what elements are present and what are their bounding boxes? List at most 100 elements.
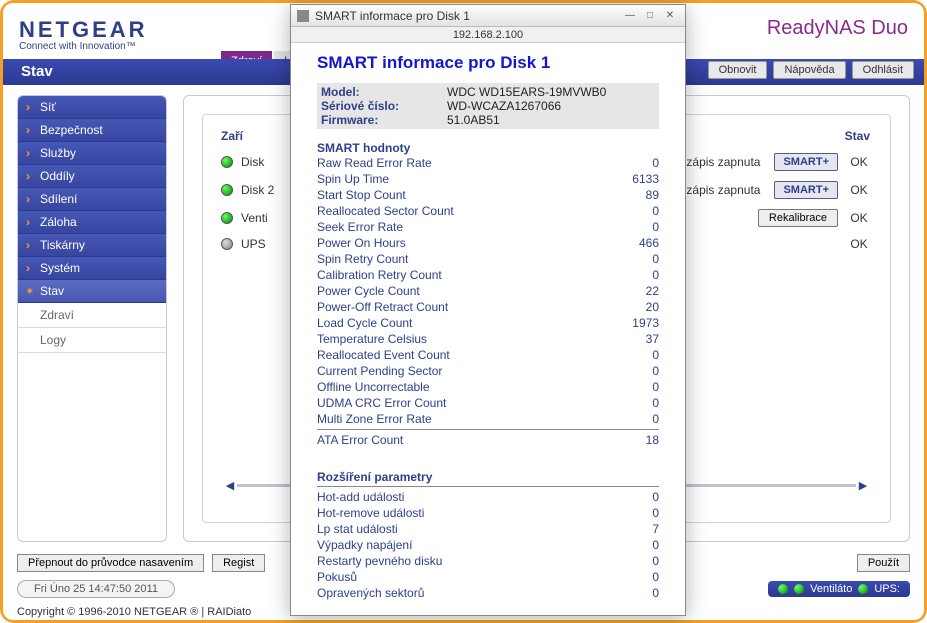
ext-row: Opravených sektorů0 xyxy=(317,585,659,601)
ext-attr-label: Hot-add události xyxy=(317,489,404,505)
smart-modal: SMART informace pro Disk 1 — □ ✕ 192.168… xyxy=(290,4,686,616)
ata-value: 18 xyxy=(609,432,659,448)
smart-button[interactable]: SMART+ xyxy=(774,181,838,199)
recalibrate-button[interactable]: Rekalibrace xyxy=(758,209,838,227)
smart-attr-label: Start Stop Count xyxy=(317,187,406,203)
modal-address: 192.168.2.100 xyxy=(291,27,685,43)
ok-label: OK xyxy=(846,155,872,169)
separator xyxy=(317,429,659,430)
smart-attr-value: 37 xyxy=(609,331,659,347)
smart-row: Spin Up Time6133 xyxy=(317,171,659,187)
smart-attr-value: 20 xyxy=(609,299,659,315)
ok-label: OK xyxy=(846,237,872,251)
smart-attr-label: UDMA CRC Error Count xyxy=(317,395,446,411)
smart-attr-label: Spin Up Time xyxy=(317,171,389,187)
help-button[interactable]: Nápověda xyxy=(773,61,845,79)
smart-attr-label: Temperature Celsius xyxy=(317,331,427,347)
smart-attr-value: 0 xyxy=(609,379,659,395)
smart-attr-value: 0 xyxy=(609,267,659,283)
smart-attr-label: Current Pending Sector xyxy=(317,363,442,379)
separator xyxy=(317,486,659,487)
info-row: Model:WDC WD15EARS-19MVWB0 xyxy=(317,85,659,99)
logout-button[interactable]: Odhlásit xyxy=(852,61,914,79)
smart-attr-value: 0 xyxy=(609,219,659,235)
ata-label: ATA Error Count xyxy=(317,432,403,448)
sidebar-sub-zdraví[interactable]: Zdraví xyxy=(18,303,166,328)
modal-body: SMART informace pro Disk 1 Model:WDC WD1… xyxy=(291,43,685,615)
sidebar-item-služby[interactable]: Služby xyxy=(18,142,166,165)
smart-attr-label: Load Cycle Count xyxy=(317,315,412,331)
apply-button[interactable]: Použít xyxy=(857,554,910,572)
smart-attr-label: Reallocated Sector Count xyxy=(317,203,454,219)
smart-row: Reallocated Sector Count0 xyxy=(317,203,659,219)
ext-attr-value: 0 xyxy=(609,537,659,553)
modal-titlebar[interactable]: SMART informace pro Disk 1 — □ ✕ xyxy=(291,5,685,27)
smart-attr-label: Reallocated Event Count xyxy=(317,347,450,363)
ext-row: Pokusů0 xyxy=(317,569,659,585)
slider-left-icon[interactable]: ◀ xyxy=(223,479,237,492)
smart-attr-value: 22 xyxy=(609,283,659,299)
ext-attr-value: 0 xyxy=(609,505,659,521)
ext-attr-value: 7 xyxy=(609,521,659,537)
device-desc: zápis zapnuta xyxy=(686,183,760,197)
smart-attr-label: Raw Read Error Rate xyxy=(317,155,432,171)
sidebar-item-oddíly[interactable]: Oddíly xyxy=(18,165,166,188)
smart-attr-label: Multi Zone Error Rate xyxy=(317,411,432,427)
smart-attr-label: Seek Error Rate xyxy=(317,219,403,235)
sidebar-item-síť[interactable]: Síť xyxy=(18,96,166,119)
smart-row: Load Cycle Count 1973 xyxy=(317,315,659,331)
ext-attr-label: Lp stat události xyxy=(317,521,398,537)
smart-row: Seek Error Rate 0 xyxy=(317,219,659,235)
status-dot-icon xyxy=(221,156,233,168)
wizard-button[interactable]: Přepnout do průvodce nasavením xyxy=(17,554,204,572)
smart-row: Power On Hours466 xyxy=(317,235,659,251)
device-desc: zápis zapnuta xyxy=(686,155,760,169)
refresh-button[interactable]: Obnovit xyxy=(708,61,768,79)
sidebar-item-bezpečnost[interactable]: Bezpečnost xyxy=(18,119,166,142)
status-dot-icon xyxy=(221,238,233,250)
sidebar-item-systém[interactable]: Systém xyxy=(18,257,166,280)
bar-actions: Obnovit Nápověda Odhlásit xyxy=(708,61,914,79)
smart-row: UDMA CRC Error Count 0 xyxy=(317,395,659,411)
ext-attr-value: 0 xyxy=(609,569,659,585)
sidebar-item-sdílení[interactable]: Sdílení xyxy=(18,188,166,211)
window-icon xyxy=(297,10,309,22)
status-ups: UPS: xyxy=(874,583,900,595)
ext-attr-value: 0 xyxy=(609,585,659,601)
smart-attr-label: Offline Uncorrectable xyxy=(317,379,430,395)
info-row: Firmware:51.0AB51 xyxy=(317,113,659,127)
smart-row: Calibration Retry Count0 xyxy=(317,267,659,283)
register-button[interactable]: Regist xyxy=(212,554,265,572)
smart-attr-value: 1973 xyxy=(609,315,659,331)
sidebar-item-tiskárny[interactable]: Tiskárny xyxy=(18,234,166,257)
status-dot-icon xyxy=(858,584,868,594)
sidebar-sub-logy[interactable]: Logy xyxy=(18,328,166,353)
smart-row: Start Stop Count 89 xyxy=(317,187,659,203)
smart-attr-value: 0 xyxy=(609,411,659,427)
sidebar-item-stav[interactable]: Stav xyxy=(18,280,166,303)
ext-section-title: Rozšíření parametry xyxy=(317,470,659,484)
ext-row: Lp stat události 7 xyxy=(317,521,659,537)
ata-row: ATA Error Count 18 xyxy=(317,432,659,448)
smart-attr-value: 0 xyxy=(609,395,659,411)
info-value: WDC WD15EARS-19MVWB0 xyxy=(447,85,659,99)
info-label: Firmware: xyxy=(317,113,447,127)
smart-row: Power-Off Retract Count20 xyxy=(317,299,659,315)
smart-row: Raw Read Error Rate 0 xyxy=(317,155,659,171)
minimize-icon[interactable]: — xyxy=(621,9,639,23)
close-icon[interactable]: ✕ xyxy=(661,9,679,23)
maximize-icon[interactable]: □ xyxy=(641,9,659,23)
status-fan: Ventiláto xyxy=(810,583,852,595)
smart-attr-label: Power On Hours xyxy=(317,235,406,251)
brand-name: NETGEAR xyxy=(19,17,148,43)
sidebar-item-záloha[interactable]: Záloha xyxy=(18,211,166,234)
ext-row: Hot-add události0 xyxy=(317,489,659,505)
smart-attr-value: 0 xyxy=(609,155,659,171)
info-label: Model: xyxy=(317,85,447,99)
smart-attr-value: 89 xyxy=(609,187,659,203)
slider-right-icon[interactable]: ▶ xyxy=(856,479,870,492)
brand-tagline: Connect with Innovation™ xyxy=(19,41,148,52)
smart-attr-value: 0 xyxy=(609,347,659,363)
smart-section-title: SMART hodnoty xyxy=(317,141,659,155)
smart-button[interactable]: SMART+ xyxy=(774,153,838,171)
